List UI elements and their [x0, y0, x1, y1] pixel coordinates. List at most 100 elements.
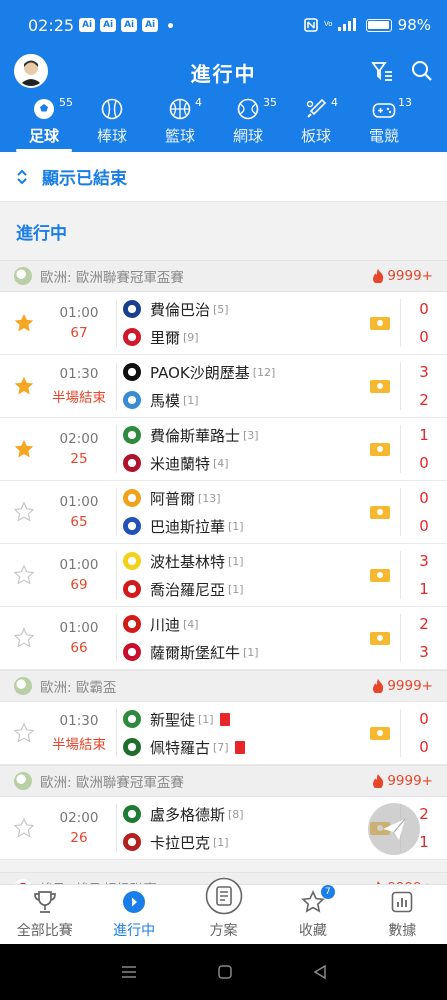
favorite-star-button[interactable] [0, 438, 48, 460]
hot-count: 9999+ [372, 268, 433, 284]
kickoff-time: 02:00 [59, 810, 99, 826]
back-icon[interactable] [313, 964, 327, 980]
league-name: 歐洲: 歐洲聯賽冠軍盃賽 [40, 775, 184, 791]
match-row[interactable]: 02:00 25 費倫斯華路士 [3] 米迪蘭特 [4] 1 0 [0, 418, 447, 481]
show-ended-toggle[interactable]: 顯示已結束 [0, 152, 447, 202]
nav-all-matches[interactable]: 全部比賽 [0, 885, 89, 944]
home-score: 0 [419, 710, 429, 728]
away-team: 卡拉巴克 [1] [123, 832, 370, 853]
match-minute: 25 [70, 451, 88, 467]
nfc-icon [303, 18, 318, 32]
floating-action-button[interactable] [368, 803, 420, 855]
live-video-icon[interactable] [370, 316, 390, 330]
teams: 新聖徒 [1] 佩特羅古 [7] [123, 709, 370, 758]
fire-icon [373, 679, 384, 693]
trophy-icon [33, 891, 56, 913]
favorite-star-button[interactable] [0, 817, 48, 839]
home-score: 2 [419, 615, 429, 633]
match-minute: 半場結束 [52, 390, 106, 406]
hot-count: 9999+ [372, 773, 433, 789]
tab-count: 4 [331, 96, 338, 109]
tab-cricket[interactable]: 4 板球 [282, 94, 350, 152]
kickoff-time: 01:30 [59, 366, 99, 382]
league-header[interactable]: 歐洲: 歐洲聯賽冠軍盃賽 9999+ [0, 260, 447, 292]
team-name: 費倫巴治 [150, 300, 211, 319]
expand-collapse-icon [17, 169, 27, 184]
match-row[interactable]: 01:30 半場結束 PAOK沙朗歷基 [12] 馬模 [1] 3 2 [0, 355, 447, 418]
tab-football[interactable]: 55 足球 [10, 94, 78, 152]
match-time: 01:30 半場結束 [48, 713, 110, 753]
battery-percent: 98% [397, 16, 431, 34]
favorite-star-button[interactable] [0, 375, 48, 397]
match-row[interactable]: 01:00 67 費倫巴治 [5] 里爾 [9] 0 0 [0, 292, 447, 355]
red-card-icon [234, 740, 245, 754]
away-score: 0 [419, 738, 429, 756]
match-row[interactable]: 01:00 69 波杜基林特 [1] 喬治羅尼亞 [1] 3 1 [0, 544, 447, 607]
favorite-star-button[interactable] [0, 627, 48, 649]
home-score: 3 [419, 363, 429, 381]
live-video-icon[interactable] [370, 631, 390, 645]
away-score: 2 [419, 391, 429, 409]
nav-favorites[interactable]: 7 收藏 [268, 885, 357, 944]
team-badge-icon [123, 363, 141, 381]
team-rank: [1] [228, 519, 244, 533]
tab-basketball[interactable]: 4 籃球 [146, 94, 214, 152]
tab-esports[interactable]: 13 電競 [350, 94, 418, 152]
team-badge-icon [123, 805, 141, 823]
live-video-icon[interactable] [370, 726, 390, 740]
match-time: 01:00 66 [48, 620, 110, 656]
document-icon [205, 877, 242, 915]
home-icon[interactable] [217, 964, 233, 980]
league-header[interactable]: 歐洲: 歐霸盃 9999+ [0, 670, 447, 702]
away-score: 1 [419, 580, 429, 598]
team-name: 巴迪斯拉華 [150, 517, 226, 536]
nav-data[interactable]: 數據 [358, 885, 447, 944]
match-row[interactable]: 01:00 65 阿普爾 [13] 巴迪斯拉華 [1] 0 0 [0, 481, 447, 544]
star-filled-icon [14, 376, 34, 395]
divider [116, 362, 117, 410]
live-video-icon[interactable] [370, 379, 390, 393]
league-header[interactable]: 歐洲: 歐洲聯賽冠軍盃賽 9999+ [0, 765, 447, 797]
favorite-star-button[interactable] [0, 501, 48, 523]
favorite-star-button[interactable] [0, 564, 48, 586]
kickoff-time: 02:00 [59, 431, 99, 447]
chart-icon [392, 891, 413, 913]
favorite-star-button[interactable] [0, 312, 48, 334]
team-name: 里爾 [150, 328, 181, 347]
team-rank: [4] [213, 456, 229, 470]
avatar[interactable] [14, 54, 48, 88]
gamepad-icon [372, 103, 396, 118]
team-badge-icon [123, 552, 141, 570]
team-badge-icon [123, 738, 141, 756]
baseball-icon [101, 98, 123, 120]
live-video-icon[interactable] [370, 442, 390, 456]
menu-icon[interactable] [120, 965, 138, 979]
match-row[interactable]: 01:00 66 川迪 [4] 薩爾斯堡紅牛 [1] 2 3 [0, 607, 447, 670]
kickoff-time: 01:00 [59, 494, 99, 510]
search-icon[interactable] [411, 60, 433, 82]
filter-icon[interactable] [371, 60, 393, 82]
nav-plans[interactable]: 方案 [179, 877, 268, 944]
tab-baseball[interactable]: 棒球 [78, 94, 146, 152]
team-name: 盧多格德斯 [150, 805, 226, 824]
away-team: 米迪蘭特 [4] [123, 453, 370, 474]
live-video-icon[interactable] [370, 505, 390, 519]
tab-tennis[interactable]: 35 網球 [214, 94, 282, 152]
team-badge-icon [123, 615, 141, 633]
divider [116, 488, 117, 536]
ai-badge-icon: Ai [142, 18, 159, 32]
away-team: 喬治羅尼亞 [1] [123, 579, 370, 600]
favorite-star-button[interactable] [0, 722, 48, 744]
team-rank: [1] [213, 835, 229, 849]
nav-live[interactable]: 進行中 [89, 885, 178, 944]
team-name: 新聖徒 [150, 710, 196, 729]
team-badge-icon [123, 489, 141, 507]
tab-label: 網球 [232, 127, 263, 145]
star-filled-icon [14, 439, 34, 458]
kickoff-time: 01:30 [59, 713, 99, 729]
match-row[interactable]: 01:30 半場結束 新聖徒 [1] 佩特羅古 [7] 0 0 [0, 702, 447, 765]
live-video-icon[interactable] [370, 568, 390, 582]
nav-label: 進行中 [113, 923, 156, 939]
home-team: 川迪 [4] [123, 614, 370, 635]
svg-text:Vo: Vo [324, 20, 333, 28]
